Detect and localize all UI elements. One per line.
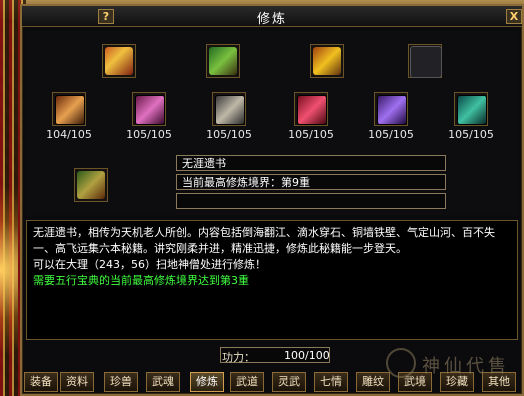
- scroll-count-2: 105/105: [126, 128, 172, 141]
- close-button[interactable]: X: [506, 9, 522, 24]
- empty-slot-icon: [410, 46, 442, 78]
- tab-equipment[interactable]: 装备: [24, 372, 58, 392]
- item-slot-3[interactable]: [310, 44, 344, 78]
- tab-spirit-weapon[interactable]: 灵武: [272, 372, 306, 392]
- red-book-item-icon: [105, 47, 133, 75]
- item-slot-2[interactable]: [206, 44, 240, 78]
- tab-martial-way[interactable]: 武道: [230, 372, 264, 392]
- tab-pets[interactable]: 珍兽: [104, 372, 138, 392]
- scroll-count-6: 105/105: [448, 128, 494, 141]
- book-realm-field: 当前最高修炼境界：第9重: [176, 174, 446, 190]
- watermark-logo: 神仙代售: [382, 344, 524, 384]
- tab-cultivation[interactable]: 修炼: [190, 372, 224, 392]
- tab-seven-emotions[interactable]: 七情: [314, 372, 348, 392]
- tab-martial-soul[interactable]: 武魂: [146, 372, 180, 392]
- location-text: 可以在大理（243，56）扫地神僧处进行修炼！: [33, 258, 266, 271]
- window-titlebar[interactable]: ? 修炼 X: [22, 6, 522, 27]
- power-label: 功力：: [222, 351, 255, 364]
- items-section: 104/105 105/105 105/105 105/105 105/105 …: [26, 30, 518, 215]
- scroll-slot-2[interactable]: [132, 92, 166, 126]
- description-box: 无涯遗书，相传为天机老人所创。内容包括倒海翻江、滴水穿石、铜墙铁壁、气定山河、百…: [26, 220, 518, 340]
- power-value: 100/100: [284, 349, 330, 362]
- teal-scroll-icon: [457, 95, 487, 125]
- window-title: 修炼: [256, 12, 287, 27]
- scroll-count-1: 104/105: [46, 128, 92, 141]
- scroll-slot-4[interactable]: [294, 92, 328, 126]
- requirement-text: 需要五行宝典的当前最高修炼境界达到第3重: [33, 274, 249, 287]
- description-text: 无涯遗书，相传为天机老人所创。内容包括倒海翻江、滴水穿石、铜墙铁壁、气定山河、百…: [33, 226, 495, 255]
- item-slot-1[interactable]: [102, 44, 136, 78]
- scroll-slot-6[interactable]: [454, 92, 488, 126]
- item-slot-4[interactable]: [408, 44, 442, 78]
- gold-treasure-item-icon: [313, 47, 341, 75]
- scroll-count-4: 105/105: [288, 128, 334, 141]
- red-scroll-icon: [297, 95, 327, 125]
- cultivation-window: ? 修炼 X 104/105 105/105 105/105 105/105 1…: [20, 4, 524, 396]
- game-scene-lantern-glow: [0, 150, 18, 390]
- book-name-field: 无涯遗书: [176, 155, 446, 171]
- book-chest-item-icon: [77, 171, 105, 199]
- scroll-slot-1[interactable]: [52, 92, 86, 126]
- scroll-count-5: 105/105: [368, 128, 414, 141]
- pink-scroll-icon: [135, 95, 165, 125]
- tab-profile[interactable]: 资料: [60, 372, 94, 392]
- scroll-slot-3[interactable]: [212, 92, 246, 126]
- white-scroll-icon: [215, 95, 245, 125]
- orange-scroll-icon: [55, 95, 85, 125]
- watermark-face-icon: [386, 348, 416, 378]
- purple-scroll-icon: [377, 95, 407, 125]
- selected-book-slot[interactable]: [74, 168, 108, 202]
- scroll-slot-5[interactable]: [374, 92, 408, 126]
- watermark-text: 神仙代售: [422, 356, 510, 377]
- book-extra-field: [176, 193, 446, 209]
- green-chest-item-icon: [209, 47, 237, 75]
- scroll-count-3: 105/105: [206, 128, 252, 141]
